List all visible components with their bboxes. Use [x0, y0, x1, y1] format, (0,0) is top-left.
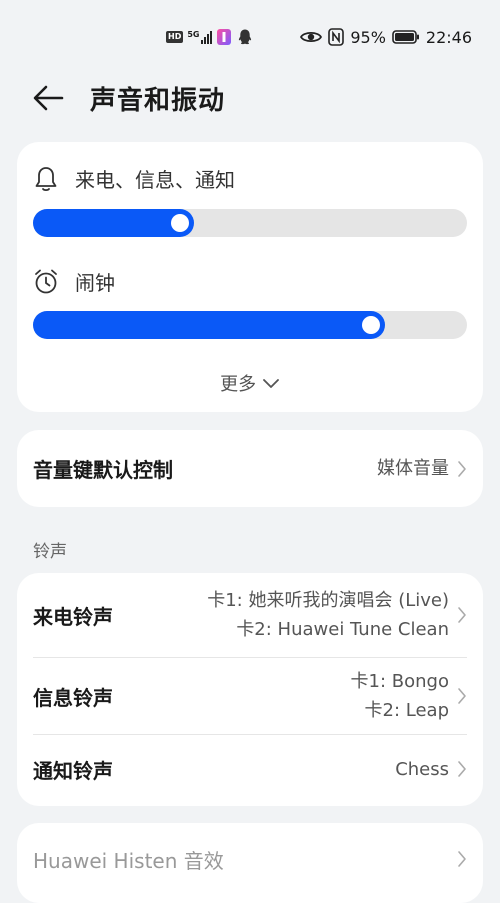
- message-ringtone-card1: 卡1: Bongo: [350, 671, 449, 692]
- message-ringtone-right: 卡1: Bongo 卡2: Leap: [351, 667, 467, 725]
- ringtone-volume-label: 来电、信息、通知: [75, 168, 235, 192]
- battery-icon: [392, 30, 419, 44]
- ringtone-volume-slider[interactable]: [33, 209, 467, 237]
- header: 声音和振动: [0, 70, 500, 130]
- status-right-icons: 95% 22:46: [300, 26, 472, 48]
- ringtone-volume-fill: [33, 209, 194, 237]
- ringtone-card: 来电铃声 卡1: 她来听我的演唱会 (Live) 卡2: Huawei Tune…: [17, 573, 483, 806]
- alarm-volume-slider[interactable]: [33, 311, 467, 339]
- ringtone-section-label: 铃声: [33, 542, 67, 562]
- histen-title: Huawei Histen 音效: [33, 848, 224, 873]
- notification-ringtone-title: 通知铃声: [33, 758, 113, 783]
- message-ringtone-card2: 卡2: Leap: [364, 700, 449, 721]
- volume-key-row[interactable]: 音量键默认控制 媒体音量: [33, 430, 467, 507]
- alarm-volume-thumb[interactable]: [362, 316, 380, 334]
- call-ringtone-row[interactable]: 来电铃声 卡1: 她来听我的演唱会 (Live) 卡2: Huawei Tune…: [33, 573, 467, 657]
- back-arrow-icon: [33, 85, 64, 111]
- chevron-right-icon: [458, 688, 466, 704]
- histen-row[interactable]: Huawei Histen 音效: [33, 843, 467, 875]
- alarm-volume-fill: [33, 311, 385, 339]
- notification-ringtone-row[interactable]: 通知铃声 Chess: [33, 735, 467, 803]
- message-ringtone-values: 卡1: Bongo 卡2: Leap: [351, 667, 449, 725]
- bell-icon: [35, 166, 57, 191]
- alarm-clock-icon: [35, 269, 57, 293]
- back-button[interactable]: [30, 82, 66, 114]
- message-ringtone-title: 信息铃声: [33, 685, 113, 710]
- chevron-right-icon: [458, 851, 466, 867]
- volume-key-value: 媒体音量: [377, 458, 449, 479]
- volume-key-card: 音量键默认控制 媒体音量: [17, 430, 483, 507]
- qq-icon: [239, 29, 252, 45]
- volume-key-title: 音量键默认控制: [33, 458, 173, 482]
- chevron-right-icon: [458, 761, 466, 777]
- call-ringtone-card1: 卡1: 她来听我的演唱会 (Live): [207, 590, 449, 611]
- signal-icon: 5G: [187, 29, 213, 44]
- page-title: 声音和振动: [90, 86, 226, 116]
- alarm-volume-label: 闹钟: [75, 271, 115, 295]
- ringtone-volume-label-row: 来电、信息、通知: [33, 164, 235, 193]
- ringtone-volume-thumb[interactable]: [171, 214, 189, 232]
- chevron-down-icon: [262, 379, 279, 388]
- app-notification-icon: [217, 29, 232, 45]
- volume-key-right: 媒体音量: [377, 454, 467, 483]
- eye-comfort-icon: [300, 31, 323, 43]
- network-type-label: 5G: [187, 29, 200, 39]
- call-ringtone-card2: 卡2: Huawei Tune Clean: [236, 619, 449, 640]
- notification-ringtone-value: Chess: [395, 758, 449, 780]
- alarm-volume-label-row: 闹钟: [33, 267, 115, 296]
- histen-card: Huawei Histen 音效: [17, 823, 483, 903]
- more-label: 更多: [220, 374, 257, 395]
- status-bar: HD 5G 95% 22:46: [0, 0, 500, 70]
- status-left-icons: HD 5G: [166, 26, 254, 48]
- call-ringtone-right: 卡1: 她来听我的演唱会 (Live) 卡2: Huawei Tune Clea…: [207, 586, 467, 644]
- message-ringtone-row[interactable]: 信息铃声 卡1: Bongo 卡2: Leap: [33, 658, 467, 734]
- hd-icon: HD: [166, 31, 184, 43]
- call-ringtone-values: 卡1: 她来听我的演唱会 (Live) 卡2: Huawei Tune Clea…: [207, 586, 449, 644]
- clock: 22:46: [425, 27, 472, 47]
- nfc-icon: [328, 28, 345, 46]
- chevron-right-icon: [458, 460, 466, 477]
- notification-ringtone-right: Chess: [395, 755, 467, 784]
- call-ringtone-title: 来电铃声: [33, 604, 113, 629]
- volume-card: 来电、信息、通知 闹钟 更多: [17, 142, 483, 412]
- more-button[interactable]: 更多: [17, 370, 483, 396]
- battery-percent: 95%: [350, 27, 386, 47]
- chevron-right-icon: [458, 607, 466, 623]
